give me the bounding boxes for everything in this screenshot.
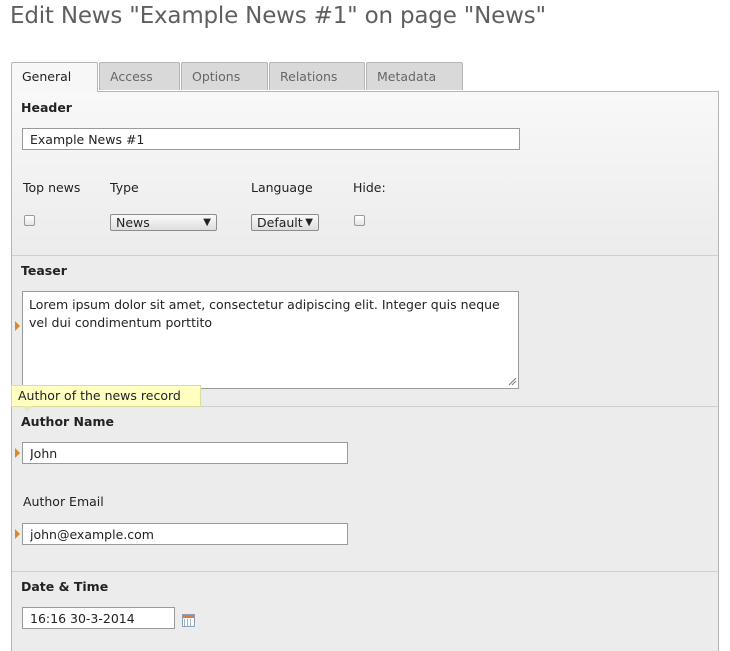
calendar-icon[interactable]: [182, 614, 195, 627]
divider: [12, 571, 718, 572]
author-name-input[interactable]: [22, 442, 348, 464]
required-marker-icon: [15, 529, 20, 539]
type-selected-value: News: [116, 215, 150, 230]
datetime-input[interactable]: [22, 607, 175, 629]
language-selected-value: Default: [257, 215, 303, 230]
required-marker-icon: [15, 448, 20, 458]
header-input[interactable]: [22, 128, 520, 150]
top-news-label: Top news: [23, 180, 81, 195]
tab-general[interactable]: General: [11, 62, 98, 92]
author-name-heading: Author Name: [21, 414, 114, 429]
tooltip-text: Author of the news record: [18, 388, 181, 403]
hide-checkbox[interactable]: [354, 215, 365, 226]
author-email-label: Author Email: [23, 494, 104, 509]
type-label: Type: [110, 180, 139, 195]
header-heading: Header: [21, 100, 72, 115]
tab-metadata[interactable]: Metadata: [366, 62, 463, 90]
teaser-textarea[interactable]: Lorem ipsum dolor sit amet, consectetur …: [22, 291, 519, 389]
language-label: Language: [251, 180, 313, 195]
language-select[interactable]: Default ▼: [251, 214, 319, 231]
chevron-down-icon: ▼: [203, 217, 211, 228]
required-marker-icon: [15, 321, 20, 331]
top-news-checkbox[interactable]: [24, 215, 35, 226]
type-select[interactable]: News ▼: [110, 214, 217, 231]
page-title: Edit News "Example News #1" on page "New…: [10, 3, 546, 29]
datetime-heading: Date & Time: [21, 579, 109, 594]
teaser-heading: Teaser: [21, 263, 67, 278]
tooltip: Author of the news record: [11, 385, 201, 412]
calendar-icon-grid: [184, 619, 193, 626]
resize-handle-icon[interactable]: [508, 377, 517, 386]
divider: [12, 255, 718, 256]
tooltip-tail: [22, 406, 32, 412]
hide-label: Hide:: [353, 180, 386, 195]
tab-access[interactable]: Access: [99, 62, 180, 90]
chevron-down-icon: ▼: [305, 217, 313, 228]
tab-options[interactable]: Options: [181, 62, 268, 90]
author-email-input[interactable]: [22, 523, 348, 545]
tab-relations[interactable]: Relations: [269, 62, 365, 90]
calendar-icon-header: [183, 615, 194, 618]
